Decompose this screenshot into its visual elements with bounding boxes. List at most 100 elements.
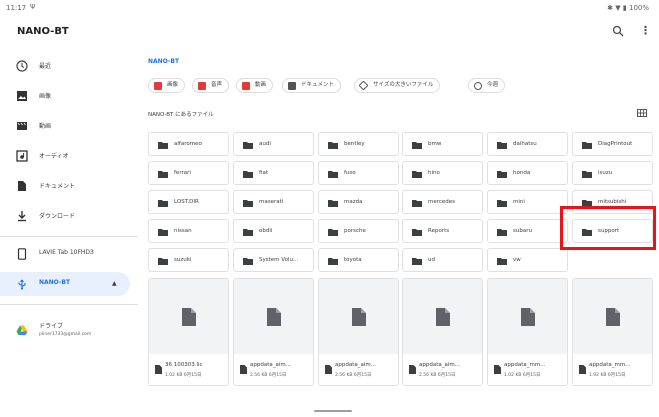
file-card[interactable]: appdata_aim... 2.56 KB 6月15日: [402, 278, 483, 386]
file-icon: [409, 365, 416, 374]
folder-item[interactable]: maserati: [233, 190, 314, 214]
file-name: appdata_mm...: [589, 362, 631, 368]
chip-this-week[interactable]: 今週: [468, 78, 506, 93]
folder-item[interactable]: mini: [487, 190, 568, 214]
folder-icon: [497, 229, 507, 236]
folder-name: ud: [428, 257, 435, 263]
grid-view-icon[interactable]: [637, 109, 647, 117]
folder-item[interactable]: bentley: [318, 132, 399, 156]
folder-item[interactable]: obdii: [233, 219, 314, 243]
folder-item[interactable]: vw: [487, 248, 568, 272]
folder-name: alfaromeo: [174, 141, 202, 147]
sidebar-divider: [0, 236, 138, 237]
folder-name: suzuki: [174, 257, 192, 263]
sidebar-item-audio[interactable]: オーディオ: [0, 144, 138, 168]
video-icon: [242, 82, 250, 90]
file-card[interactable]: appdata_aim... 2.56 KB 6月15日: [318, 278, 399, 386]
folder-item[interactable]: suzuki: [148, 248, 229, 272]
folder-name: bentley: [344, 141, 365, 147]
folder-icon: [497, 142, 507, 149]
eject-icon[interactable]: ▲: [112, 280, 117, 287]
folder-item[interactable]: fuso: [318, 161, 399, 185]
folder-item[interactable]: porsche: [318, 219, 399, 243]
folder-name: DiagPrintout: [598, 141, 633, 147]
folder-icon: [497, 171, 507, 178]
chip-label: 画像: [167, 82, 179, 88]
sidebar-item-images[interactable]: 画像: [0, 84, 138, 108]
file-card[interactable]: appdata_aim... 2.56 KB 6月15日: [233, 278, 314, 386]
folder-item[interactable]: alfaromeo: [148, 132, 229, 156]
folder-item[interactable]: mazda: [318, 190, 399, 214]
folder-item[interactable]: subaru: [487, 219, 568, 243]
download-icon: [18, 211, 26, 222]
document-icon: [606, 308, 620, 326]
document-icon: [521, 308, 535, 326]
folder-name: vw: [513, 257, 521, 263]
file-card[interactable]: 36 100303.lic 1.02 KB 6月15日: [148, 278, 229, 386]
document-icon: [352, 308, 366, 326]
chip-audio[interactable]: 音声: [192, 78, 230, 93]
chip-label: サイズの大きいファイル: [373, 82, 434, 88]
sidebar-item-downloads[interactable]: ダウンロード: [0, 204, 138, 228]
file-icon: [155, 365, 162, 374]
search-icon[interactable]: [612, 25, 624, 37]
file-card[interactable]: appdata_mm... 1.02 KB 6月15日: [487, 278, 568, 386]
folder-item[interactable]: toyota: [318, 248, 399, 272]
file-thumbnail: [488, 279, 567, 354]
folder-icon: [243, 171, 253, 178]
file-meta: appdata_mm... 1.92 KB 6月15日: [573, 354, 652, 385]
more-options-icon[interactable]: ⋮: [640, 24, 651, 37]
sidebar-item-nano-bt[interactable]: NANO-BT ▲: [0, 272, 130, 296]
sidebar-item-label: 最近: [39, 63, 52, 70]
folder-icon: [582, 171, 592, 178]
document-icon: [182, 308, 196, 326]
file-size: 2.56 KB 6月15日: [250, 373, 287, 378]
breadcrumb[interactable]: NANO-BT: [148, 58, 179, 65]
folder-item[interactable]: DiagPrintout: [572, 132, 653, 156]
chip-documents[interactable]: ドキュメント: [282, 78, 342, 93]
file-thumbnail: [403, 279, 482, 354]
sidebar-item-videos[interactable]: 動画: [0, 114, 138, 138]
file-name: appdata_mm...: [504, 362, 546, 368]
folder-item[interactable]: mercedes: [402, 190, 483, 214]
file-size: 2.56 KB 6月15日: [335, 373, 372, 378]
folder-icon: [412, 258, 422, 265]
sidebar-item-tablet[interactable]: LAVIE Tab 10FHD3: [0, 242, 138, 266]
file-size: 2.56 KB 6月15日: [419, 373, 456, 378]
sidebar-item-drive[interactable]: ドライブ pliner1733@gmail.com: [0, 316, 138, 346]
gesture-bar[interactable]: [314, 410, 352, 412]
document-icon: [267, 308, 281, 326]
file-thumbnail: [149, 279, 228, 354]
chip-videos[interactable]: 動画: [236, 78, 274, 93]
folder-item[interactable]: isuzu: [572, 161, 653, 185]
file-thumbnail: [319, 279, 398, 354]
folder-item[interactable]: fiat: [233, 161, 314, 185]
folder-item[interactable]: bmw: [402, 132, 483, 156]
folder-item[interactable]: audi: [233, 132, 314, 156]
folder-icon: [243, 142, 253, 149]
file-name: appdata_aim...: [335, 362, 376, 368]
drive-account: pliner1733@gmail.com: [39, 332, 92, 337]
sidebar-item-label: オーディオ: [39, 153, 69, 160]
folder-icon: [412, 229, 422, 236]
chip-large-files[interactable]: サイズの大きいファイル: [354, 78, 441, 93]
folder-item[interactable]: Reports: [402, 219, 483, 243]
battery-icon: ▮: [622, 4, 627, 12]
chip-images[interactable]: 画像: [148, 78, 186, 93]
folder-icon: [243, 200, 253, 207]
file-name: appdata_aim...: [419, 362, 460, 368]
file-card[interactable]: appdata_mm... 1.92 KB 6月15日: [572, 278, 653, 386]
folder-item[interactable]: daihatsu: [487, 132, 568, 156]
folder-item[interactable]: honda: [487, 161, 568, 185]
folder-item[interactable]: LOST.DIR: [148, 190, 229, 214]
folder-item[interactable]: System Volu...: [233, 248, 314, 272]
folder-icon: [243, 258, 253, 265]
folder-item[interactable]: nissan: [148, 219, 229, 243]
sidebar-item-documents[interactable]: ドキュメント: [0, 174, 138, 198]
folder-icon: [158, 200, 168, 207]
folder-item[interactable]: ferrari: [148, 161, 229, 185]
folder-item[interactable]: ud: [402, 248, 483, 272]
folder-item[interactable]: hino: [402, 161, 483, 185]
folder-name: honda: [513, 170, 531, 176]
sidebar-item-recent[interactable]: 最近: [0, 54, 138, 78]
